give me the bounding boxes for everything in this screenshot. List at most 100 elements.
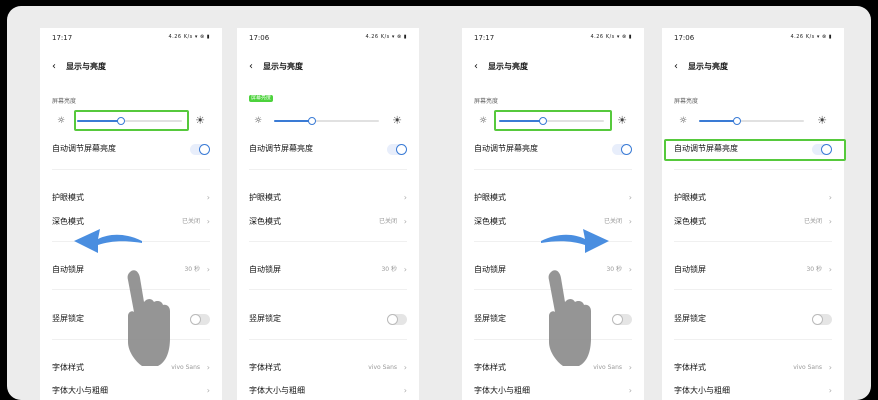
sun-large-icon: ☀ <box>617 114 627 127</box>
divider <box>674 169 832 170</box>
eye-mode-row[interactable]: 护眼模式 › <box>249 191 407 205</box>
chevron-right-icon: › <box>206 217 210 226</box>
toggle-knob <box>812 314 823 325</box>
back-arrow-icon[interactable]: ‹ <box>474 60 488 74</box>
eye-mode-label: 护眼模式 <box>674 193 706 202</box>
chevron-right-icon: › <box>403 265 407 274</box>
auto-lock-value: 30 秒 <box>381 266 397 273</box>
back-arrow-icon[interactable]: ‹ <box>674 60 688 74</box>
tutorial-frame: 17:17 4.26 K/s ▾ ⊗ ▮ ‹ 显示与亮度 屏幕亮度 ☼ ☀ 自动调… <box>7 6 871 400</box>
dark-mode-value: 已关闭 <box>181 218 200 225</box>
portrait-lock-label: 竖屏锁定 <box>674 314 706 323</box>
pointing-hand-icon <box>127 270 170 366</box>
chevron-right-icon: › <box>206 363 210 372</box>
dark-mode-row[interactable]: 深色模式 已关闭 › <box>674 215 832 229</box>
back-arrow-icon[interactable]: ‹ <box>52 60 66 74</box>
toggle-knob <box>199 144 210 155</box>
auto-brightness-toggle[interactable] <box>190 144 210 155</box>
font-size-label: 字体大小与粗细 <box>674 386 730 395</box>
font-style-value: vivo Sans <box>171 364 200 371</box>
status-time: 17:17 <box>474 34 495 42</box>
divider <box>249 169 407 170</box>
slider-thumb[interactable] <box>307 117 316 125</box>
brightness-section-label: 屏幕亮度 <box>474 98 499 105</box>
eye-mode-row[interactable]: 护眼模式 › <box>52 191 210 205</box>
font-style-label: 字体样式 <box>249 363 281 372</box>
portrait-lock-toggle[interactable] <box>190 314 210 325</box>
chevron-right-icon: › <box>828 363 832 372</box>
auto-brightness-toggle[interactable] <box>612 144 632 155</box>
toggle-knob <box>190 314 201 325</box>
slider-highlight-box <box>494 110 612 131</box>
portrait-lock-toggle[interactable] <box>812 314 832 325</box>
sun-small-icon: ☼ <box>679 116 688 126</box>
auto-lock-value: 30 秒 <box>606 266 622 273</box>
pointing-hand-icon <box>548 270 591 366</box>
chevron-right-icon: › <box>403 217 407 226</box>
dark-mode-value: 已关闭 <box>378 218 397 225</box>
page-title: 显示与亮度 <box>688 62 728 71</box>
chevron-right-icon: › <box>628 386 632 395</box>
status-bar: 17:17 4.26 K/s ▾ ⊗ ▮ <box>52 34 210 44</box>
chevron-right-icon: › <box>828 265 832 274</box>
slider-thumb[interactable] <box>732 117 741 125</box>
portrait-lock-label: 竖屏锁定 <box>52 314 84 323</box>
brightness-slider-row: ☼ ☀ <box>249 113 407 129</box>
font-style-label: 字体样式 <box>674 363 706 372</box>
eye-mode-row[interactable]: 护眼模式 › <box>674 191 832 205</box>
status-icons: 4.26 K/s ▾ ⊗ ▮ <box>790 34 832 40</box>
status-time: 17:06 <box>249 34 270 42</box>
brightness-section-label: 屏幕亮度 <box>52 98 77 105</box>
font-style-row[interactable]: 字体样式 vivo Sans › <box>249 361 407 375</box>
swipe-right-arrow-icon <box>541 229 609 253</box>
auto-brightness-toggle[interactable] <box>387 144 407 155</box>
font-size-row[interactable]: 字体大小与粗细 › <box>249 384 407 398</box>
portrait-lock-toggle[interactable] <box>612 314 632 325</box>
font-size-label: 字体大小与粗细 <box>52 386 108 395</box>
page-title: 显示与亮度 <box>66 62 106 71</box>
nav-bar: ‹ 显示与亮度 <box>249 60 303 74</box>
auto-lock-row[interactable]: 自动锁屏 30 秒 › <box>249 263 407 277</box>
toggle-knob <box>612 314 623 325</box>
auto-brightness-row[interactable]: 自动调节屏幕亮度 <box>52 142 210 156</box>
auto-brightness-row[interactable]: 自动调节屏幕亮度 <box>474 142 632 156</box>
auto-brightness-label: 自动调节屏幕亮度 <box>249 144 313 153</box>
status-bar: 17:06 4.26 K/s ▾ ⊗ ▮ <box>249 34 407 44</box>
font-size-row[interactable]: 字体大小与粗细 › <box>474 384 632 398</box>
back-arrow-icon[interactable]: ‹ <box>249 60 263 74</box>
font-size-row[interactable]: 字体大小与粗细 › <box>52 384 210 398</box>
auto-lock-label: 自动锁屏 <box>674 265 706 274</box>
portrait-lock-toggle[interactable] <box>387 314 407 325</box>
portrait-lock-row[interactable]: 竖屏锁定 <box>674 312 832 326</box>
toggle-knob <box>387 314 398 325</box>
auto-brightness-label: 自动调节屏幕亮度 <box>52 144 116 153</box>
font-style-row[interactable]: 字体样式 vivo Sans › <box>674 361 832 375</box>
chevron-right-icon: › <box>206 193 210 202</box>
sun-large-icon: ☀ <box>195 114 205 127</box>
slider-fill <box>699 120 737 122</box>
portrait-lock-row[interactable]: 竖屏锁定 <box>249 312 407 326</box>
font-size-label: 字体大小与粗细 <box>474 386 530 395</box>
eye-mode-row[interactable]: 护眼模式 › <box>474 191 632 205</box>
brightness-slider[interactable] <box>274 117 379 125</box>
auto-lock-label: 自动锁屏 <box>474 265 506 274</box>
dark-mode-row[interactable]: 深色模式 已关闭 › <box>249 215 407 229</box>
chevron-right-icon: › <box>628 363 632 372</box>
auto-lock-row[interactable]: 自动锁屏 30 秒 › <box>674 263 832 277</box>
chevron-right-icon: › <box>403 386 407 395</box>
font-size-row[interactable]: 字体大小与粗细 › <box>674 384 832 398</box>
dark-mode-label: 深色模式 <box>474 217 506 226</box>
divider <box>474 169 632 170</box>
chevron-right-icon: › <box>206 265 210 274</box>
font-style-value: vivo Sans <box>593 364 622 371</box>
auto-brightness-row[interactable]: 自动调节屏幕亮度 <box>249 142 407 156</box>
slider-fill <box>274 120 312 122</box>
chevron-right-icon: › <box>628 217 632 226</box>
auto-brightness-highlight-box <box>664 139 846 161</box>
chevron-right-icon: › <box>828 193 832 202</box>
portrait-lock-label: 竖屏锁定 <box>474 314 506 323</box>
page-title: 显示与亮度 <box>488 62 528 71</box>
phone-screen-4: 17:06 4.26 K/s ▾ ⊗ ▮ ‹ 显示与亮度 屏幕亮度 ☼ ☀ 自动调… <box>662 28 844 400</box>
brightness-slider[interactable] <box>699 117 804 125</box>
divider <box>249 339 407 340</box>
